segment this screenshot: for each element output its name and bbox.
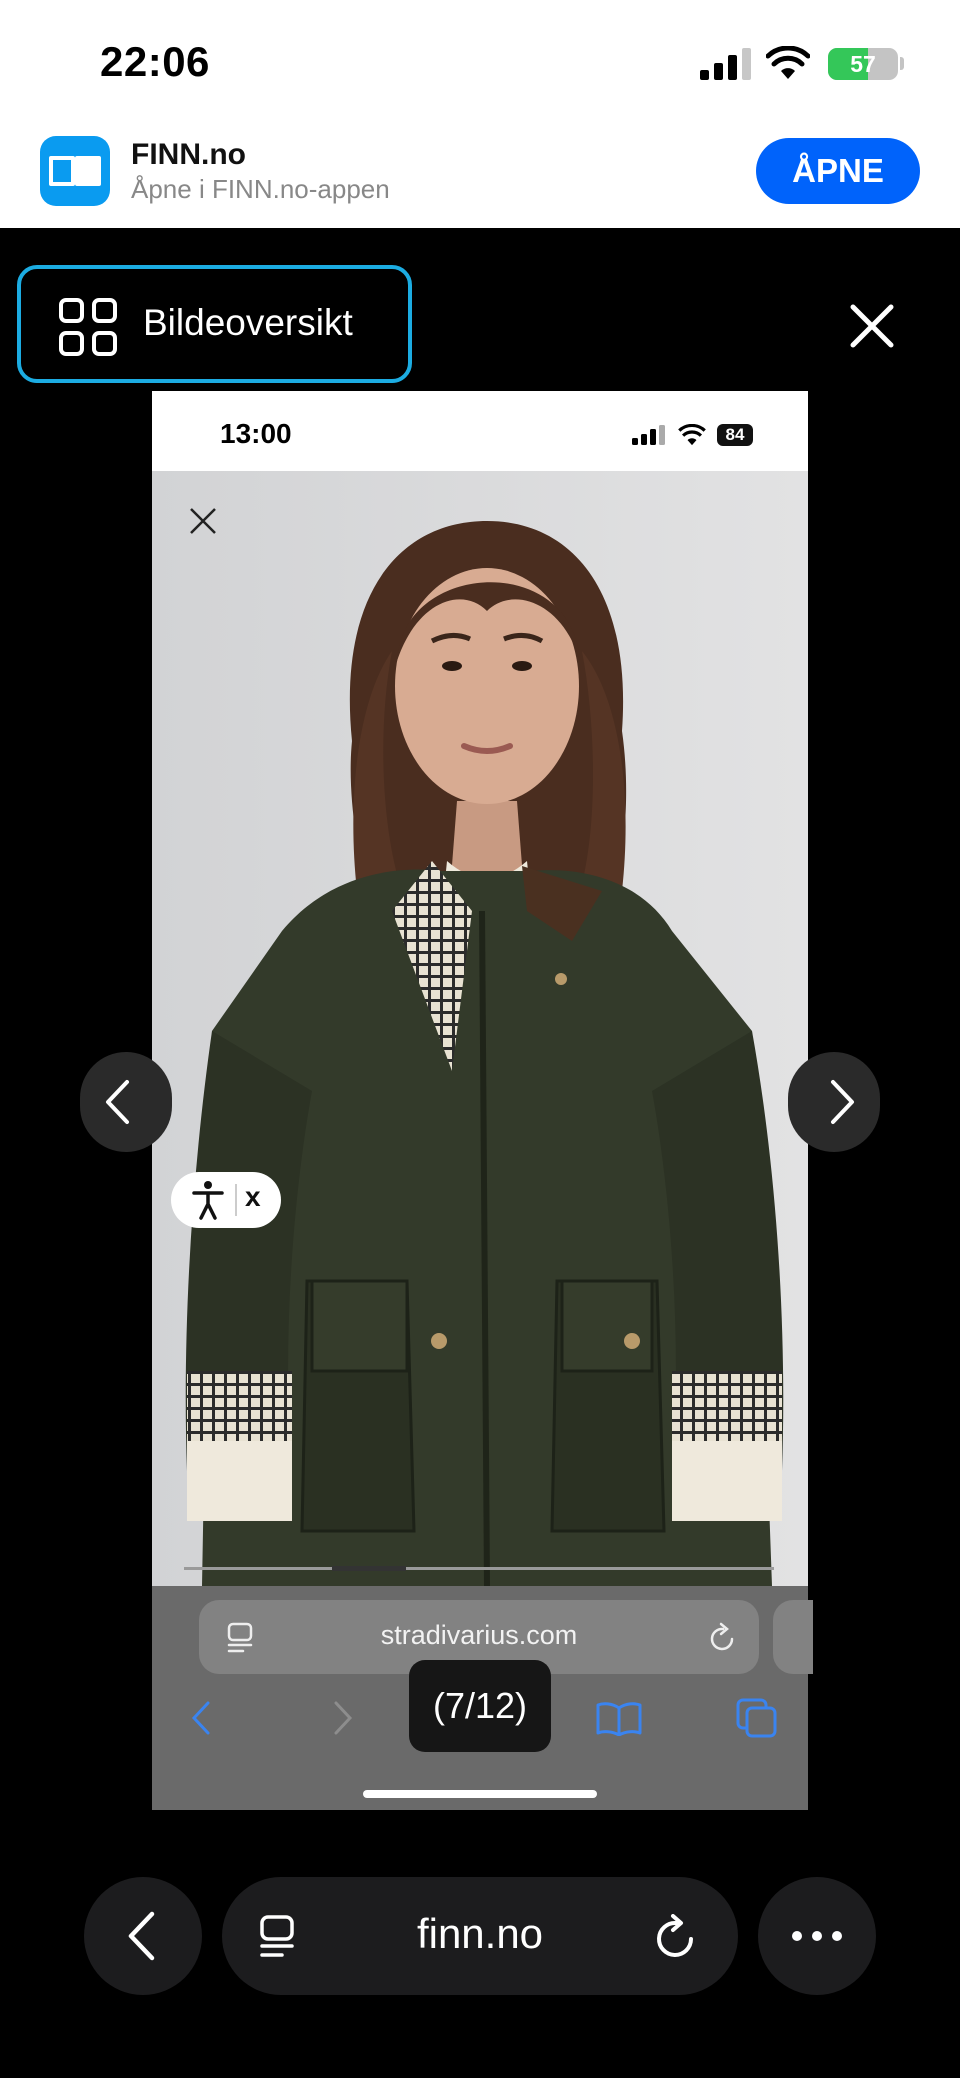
product-photo bbox=[152, 471, 808, 1586]
embedded-next-tab bbox=[773, 1600, 813, 1674]
more-icon bbox=[792, 1931, 842, 1941]
embedded-home-indicator bbox=[363, 1790, 597, 1798]
slide-progress-track bbox=[184, 1567, 774, 1570]
image-counter: (7/12) bbox=[409, 1660, 551, 1752]
chevron-left-icon bbox=[106, 1080, 129, 1124]
embedded-status-time: 13:00 bbox=[220, 418, 292, 449]
close-icon[interactable] bbox=[848, 302, 896, 350]
app-name: FINN.no bbox=[131, 138, 246, 171]
chevron-left-icon bbox=[191, 1701, 210, 1735]
wifi-icon bbox=[678, 424, 706, 446]
grid-icon bbox=[59, 298, 117, 356]
embedded-url: stradivarius.com bbox=[380, 1620, 578, 1650]
open-app-button[interactable]: ÅPNE bbox=[756, 138, 920, 204]
divider bbox=[235, 1184, 237, 1216]
accessibility-widget bbox=[171, 1172, 281, 1228]
accessibility-icon bbox=[192, 1181, 224, 1220]
embedded-battery: 84 bbox=[717, 424, 753, 446]
signal-icon bbox=[700, 48, 751, 80]
reload-icon bbox=[710, 1622, 734, 1651]
app-icon[interactable] bbox=[40, 136, 110, 206]
tabs-icon bbox=[736, 1698, 777, 1738]
reload-icon[interactable] bbox=[654, 1914, 698, 1960]
close-icon bbox=[190, 508, 216, 534]
battery-indicator: 57 bbox=[828, 48, 898, 80]
bookmarks-icon bbox=[596, 1702, 642, 1736]
image-overview-label: Bildeoversikt bbox=[143, 302, 353, 343]
signal-icon bbox=[632, 425, 665, 445]
slide-progress-fill bbox=[331, 1566, 406, 1571]
wifi-icon bbox=[766, 46, 810, 79]
book-icon bbox=[49, 156, 101, 186]
chevron-right-icon bbox=[831, 1080, 854, 1124]
app-subtitle: Åpne i FINN.no-appen bbox=[131, 174, 390, 204]
battery-percent: 57 bbox=[850, 51, 876, 77]
battery-cap bbox=[900, 57, 904, 70]
accessibility-close: x bbox=[245, 1181, 261, 1212]
status-time: 22:06 bbox=[100, 38, 210, 85]
chevron-right-icon bbox=[334, 1701, 353, 1735]
chevron-left-icon bbox=[128, 1911, 155, 1961]
